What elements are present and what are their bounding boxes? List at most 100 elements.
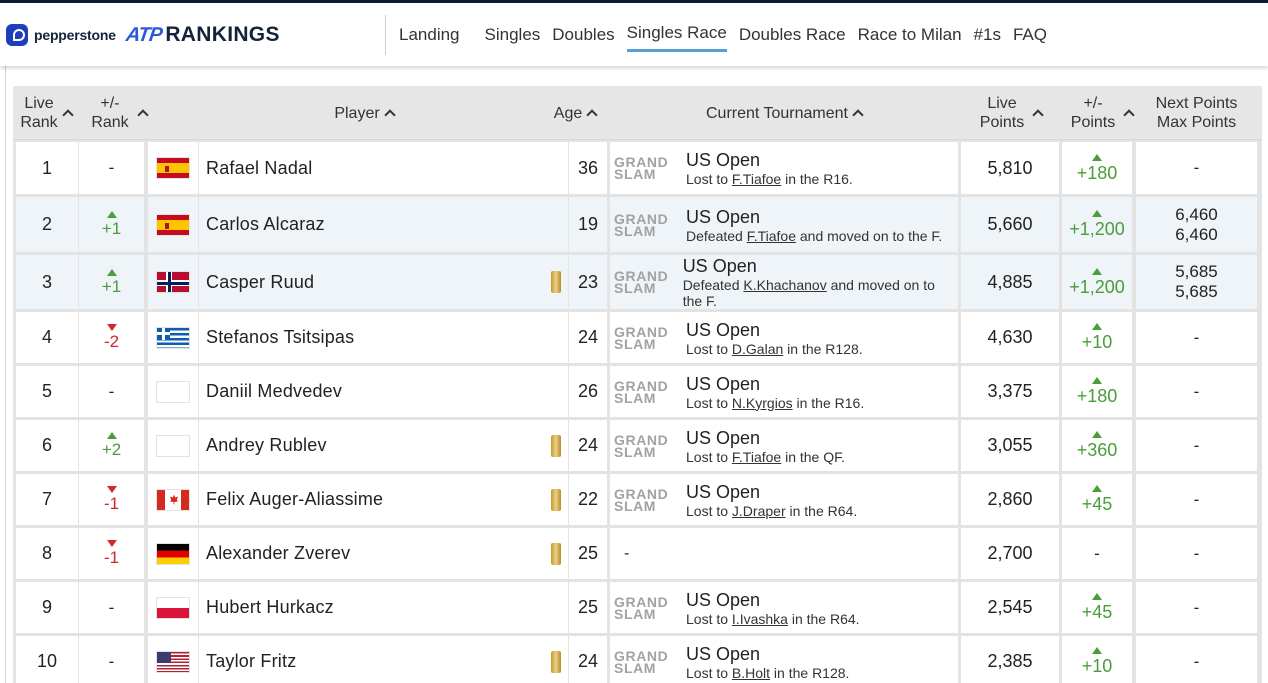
arrow-up-icon — [1092, 210, 1102, 217]
opponent-link[interactable]: B.Holt — [732, 665, 770, 681]
col-age[interactable]: Age — [543, 86, 607, 140]
grand-slam-logo-line2: SLAM — [614, 497, 657, 514]
player-name[interactable]: Casper Ruud — [206, 272, 314, 293]
nav-race-to-milan[interactable]: Race to Milan — [858, 25, 962, 51]
player-name-cell[interactable]: Taylor Fritz — [199, 636, 568, 683]
col-player[interactable]: Player — [159, 86, 569, 140]
arrow-up-icon — [106, 268, 117, 276]
sort-caret-icon[interactable] — [1123, 109, 1135, 121]
table-row[interactable]: 9 - Hubert Hurkacz 25 GRAND SLAM US Open Lost t… — [13, 582, 1262, 633]
player-name-cell[interactable]: Daniil Medvedev — [199, 366, 568, 417]
points-change-value: +10 — [1081, 332, 1113, 352]
points-change-value: +1,200 — [1069, 276, 1125, 297]
points-change-value: +45 — [1081, 494, 1113, 514]
player-name-cell[interactable]: Felix Auger-Aliassime — [199, 474, 568, 525]
player-name-cell[interactable]: Rafael Nadal — [199, 142, 568, 194]
opponent-link[interactable]: F.Tiafoe — [732, 171, 781, 187]
sort-caret-icon[interactable] — [137, 109, 149, 121]
opponent-link[interactable]: N.Kyrgios — [732, 395, 793, 411]
result-suffix: in the R128. — [770, 664, 850, 681]
nav-doubles[interactable]: Doubles — [552, 25, 614, 51]
opponent-link[interactable]: F.Tiafoe — [732, 449, 781, 465]
table-row[interactable]: 7 -1 Felix Auger-Aliassime 22 GRAND SLAM US Op… — [13, 474, 1262, 525]
opponent-link[interactable]: I.Ivashka — [732, 611, 788, 627]
tournament-name[interactable]: US Open — [686, 481, 857, 503]
nav-faq[interactable]: FAQ — [1013, 25, 1047, 51]
table-row[interactable]: 4 -2 Stefanos Tsitsipas 24 GRAND SLAM US Open L… — [13, 312, 1262, 363]
tournament-name[interactable]: US Open — [686, 373, 864, 395]
tournament-result: Lost to I.Ivashka in the R64. — [686, 611, 860, 627]
sort-caret-icon[interactable] — [384, 109, 396, 121]
table-row[interactable]: 8 -1 Alexander Zverev 25-2,700- - — [13, 528, 1262, 579]
points-change: +180 — [1062, 366, 1132, 417]
grand-slam-logo-line2: SLAM — [614, 280, 657, 296]
player-name[interactable]: Andrey Rublev — [206, 435, 327, 456]
tournament-name[interactable]: US Open — [686, 589, 860, 611]
rank-change-value: - — [108, 651, 115, 671]
player-name[interactable]: Hubert Hurkacz — [206, 597, 334, 618]
player-name-cell[interactable]: Stefanos Tsitsipas — [199, 312, 568, 363]
table-row[interactable]: 1 - Rafael Nadal 36 GRAND SLAM US Open Lost to … — [13, 142, 1262, 194]
flag-cell — [148, 142, 198, 194]
player-name[interactable]: Rafael Nadal — [206, 158, 312, 179]
max-points-value: 6,460 — [1175, 224, 1218, 244]
table-row[interactable]: 5 - Daniil Medvedev 26 GRAND SLAM US Open Lost … — [13, 366, 1262, 417]
next-max-points: - — [1136, 420, 1257, 471]
player-name[interactable]: Carlos Alcaraz — [206, 214, 325, 235]
grand-slam-logo-line2: SLAM — [614, 443, 657, 460]
live-rank: 5 — [16, 366, 78, 417]
opponent-link[interactable]: F.Tiafoe — [747, 228, 796, 244]
col-points-change-line2: Points — [1070, 114, 1116, 131]
player-name-cell[interactable]: Casper Ruud — [199, 255, 568, 309]
nav-singles[interactable]: Singles — [485, 25, 541, 51]
result-suffix: in the R64. — [785, 502, 858, 519]
tournament-name[interactable]: US Open — [686, 149, 853, 171]
col-live-rank-line2: Rank — [20, 114, 58, 131]
player-name-cell[interactable]: Hubert Hurkacz — [199, 582, 568, 633]
nav-landing[interactable]: Landing — [399, 25, 460, 51]
table-row[interactable]: 10 - Taylor Fritz 24 GRAND SLAM US Open Lost to… — [13, 636, 1262, 683]
tournament-name[interactable]: US Open — [683, 255, 958, 277]
tournament-name[interactable]: US Open — [686, 643, 849, 665]
rank-change: - — [79, 636, 144, 683]
flag-cell — [148, 528, 198, 579]
tournament-name[interactable]: US Open — [686, 319, 863, 341]
player-name-cell[interactable]: Carlos Alcaraz — [199, 197, 568, 252]
opponent-link[interactable]: J.Draper — [732, 503, 786, 519]
player-name[interactable]: Alexander Zverev — [206, 543, 350, 564]
sort-caret-icon[interactable] — [62, 109, 74, 121]
col-rank-change[interactable]: +/- Rank — [79, 86, 159, 140]
grand-slam-logo: GRAND SLAM — [614, 649, 678, 675]
live-points: 2,385 — [961, 636, 1059, 683]
col-live-rank[interactable]: Live Rank — [13, 86, 79, 140]
sort-caret-icon[interactable] — [1032, 109, 1044, 121]
rank-change-value: - — [108, 597, 115, 617]
table-row[interactable]: 2 +1 Carlos Alcaraz 19 GRAND SLAM US Open Defea… — [13, 197, 1262, 252]
brand-logo[interactable]: pepperstone ATP RANKINGS — [6, 21, 280, 49]
next-max-points: - — [1136, 142, 1257, 194]
grand-slam-logo-line2: SLAM — [614, 166, 657, 182]
tournament-name[interactable]: US Open — [686, 427, 845, 449]
table-row[interactable]: 6 +2 Andrey Rublev 24 GRAND SLAM US Open Lost t… — [13, 420, 1262, 471]
col-tournament[interactable]: Current Tournament — [610, 86, 958, 140]
col-points-change[interactable]: +/- Points — [1062, 86, 1142, 140]
live-rank: 2 — [16, 197, 78, 252]
player-name-cell[interactable]: Andrey Rublev — [199, 420, 568, 471]
table-row[interactable]: 3 +1 Casper Ruud 23 GRAND SLAM US Open Defeated… — [13, 255, 1262, 309]
flag-cell — [148, 255, 198, 309]
player-name[interactable]: Stefanos Tsitsipas — [206, 327, 354, 348]
sort-caret-icon[interactable] — [586, 109, 598, 121]
nav-doubles-race[interactable]: Doubles Race — [739, 25, 846, 51]
player-name[interactable]: Felix Auger-Aliassime — [206, 489, 383, 510]
player-name[interactable]: Daniil Medvedev — [206, 381, 342, 402]
opponent-link[interactable]: D.Galan — [732, 341, 783, 357]
tournament-name[interactable]: US Open — [686, 206, 942, 228]
opponent-link[interactable]: K.Khachanov — [743, 277, 826, 293]
player-name[interactable]: Taylor Fritz — [206, 651, 296, 672]
grand-slam-logo: GRAND SLAM — [614, 269, 675, 296]
player-name-cell[interactable]: Alexander Zverev — [199, 528, 568, 579]
nav-singles-race[interactable]: Singles Race — [626, 23, 727, 52]
nav-1s[interactable]: #1s — [974, 25, 1001, 51]
col-live-points[interactable]: Live Points — [961, 86, 1061, 140]
sort-caret-icon[interactable] — [852, 109, 864, 121]
